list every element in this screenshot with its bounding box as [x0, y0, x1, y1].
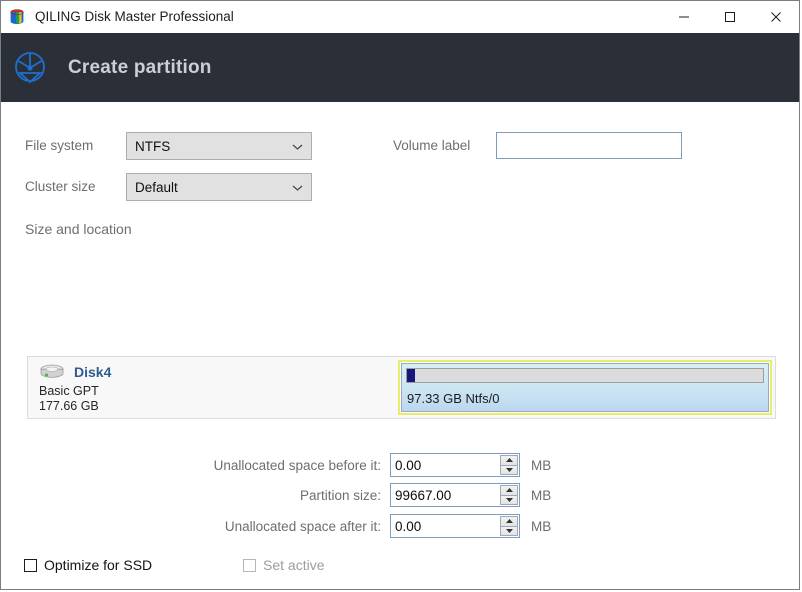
close-icon[interactable] — [753, 1, 799, 32]
checkbox-box[interactable] — [24, 558, 37, 572]
create-partition-window: QILING Disk Master Professional Create p… — [0, 0, 800, 590]
unallocated-before-stepper[interactable] — [500, 455, 518, 475]
unallocated-after-row: Unallocated space after it: 0.00 MB — [181, 514, 551, 538]
title-bar: QILING Disk Master Professional — [1, 1, 799, 33]
dialog-body: File system NTFS Volume label Cluster si… — [1, 102, 799, 589]
optimize-for-ssd-checkbox[interactable]: Optimize for SSD — [24, 557, 152, 573]
stepper-down-icon[interactable] — [500, 465, 518, 475]
unallocated-before-value: 0.00 — [395, 457, 422, 473]
cluster-size-label: Cluster size — [25, 179, 96, 194]
minimize-icon[interactable] — [661, 1, 707, 32]
disk-panel: Disk4 Basic GPT 177.66 GB 97.33 GB Ntfs/… — [27, 356, 776, 419]
optimize-for-ssd-label: Optimize for SSD — [44, 557, 153, 573]
maximize-icon[interactable] — [707, 1, 753, 32]
partition-size-input[interactable]: 99667.00 — [390, 483, 520, 507]
size-and-location-title: Size and location — [25, 221, 132, 237]
window-title: QILING Disk Master Professional — [35, 9, 234, 24]
page-title: Create partition — [68, 56, 212, 78]
disk-capacity: 177.66 GB — [39, 399, 99, 413]
partition-size-label: Partition size: — [299, 487, 381, 503]
disk-cylinder-icon — [8, 8, 26, 26]
partition-size-stepper[interactable] — [500, 485, 518, 505]
cluster-size-value: Default — [135, 179, 178, 195]
partition-wheel-icon — [11, 49, 49, 87]
disk-name: Disk4 — [74, 364, 112, 380]
file-system-value: NTFS — [135, 138, 171, 154]
unallocated-before-label: Unallocated space before it: — [213, 457, 381, 473]
cluster-size-select[interactable]: Default — [126, 173, 312, 201]
checkbox-box — [243, 558, 256, 572]
partition-size-row: Partition size: 99667.00 MB — [181, 483, 551, 507]
partition-usage-fill — [407, 369, 415, 382]
page-header: Create partition — [1, 33, 799, 102]
partition-area: 97.33 GB Ntfs/0 — [396, 357, 775, 418]
hard-drive-icon — [39, 363, 65, 381]
unallocated-before-row: Unallocated space before it: 0.00 MB — [181, 453, 551, 477]
partition-size-unit: MB — [531, 487, 552, 503]
stepper-up-icon[interactable] — [500, 485, 518, 496]
partition-size-value: 99667.00 — [395, 487, 452, 503]
unallocated-after-value: 0.00 — [395, 518, 422, 534]
disk-type: Basic GPT — [39, 384, 99, 398]
partition-label: 97.33 GB Ntfs/0 — [407, 391, 500, 406]
unallocated-before-input[interactable]: 0.00 — [390, 453, 520, 477]
unallocated-after-label: Unallocated space after it: — [224, 518, 381, 534]
stepper-up-icon[interactable] — [500, 516, 518, 527]
set-active-checkbox: Set active — [243, 557, 324, 573]
stepper-down-icon[interactable] — [500, 526, 518, 536]
disk-info[interactable]: Disk4 Basic GPT 177.66 GB — [28, 357, 396, 418]
chevron-down-icon — [292, 139, 303, 154]
unallocated-after-stepper[interactable] — [500, 516, 518, 536]
stepper-up-icon[interactable] — [500, 455, 518, 466]
unallocated-after-unit: MB — [531, 518, 552, 534]
partition-usage-bar — [406, 368, 764, 383]
file-system-label: File system — [25, 138, 94, 153]
unallocated-after-input[interactable]: 0.00 — [390, 514, 520, 538]
stepper-down-icon[interactable] — [500, 495, 518, 505]
unallocated-before-unit: MB — [531, 457, 552, 473]
partition-block[interactable]: 97.33 GB Ntfs/0 — [398, 360, 772, 415]
volume-label-label: Volume label — [393, 138, 471, 153]
file-system-select[interactable]: NTFS — [126, 132, 312, 160]
volume-label-input[interactable] — [496, 132, 682, 159]
chevron-down-icon — [292, 180, 303, 195]
partition-block-inner: 97.33 GB Ntfs/0 — [401, 363, 769, 412]
set-active-label: Set active — [263, 557, 325, 573]
disk-header: Disk4 — [39, 362, 396, 382]
window-controls — [661, 1, 799, 32]
